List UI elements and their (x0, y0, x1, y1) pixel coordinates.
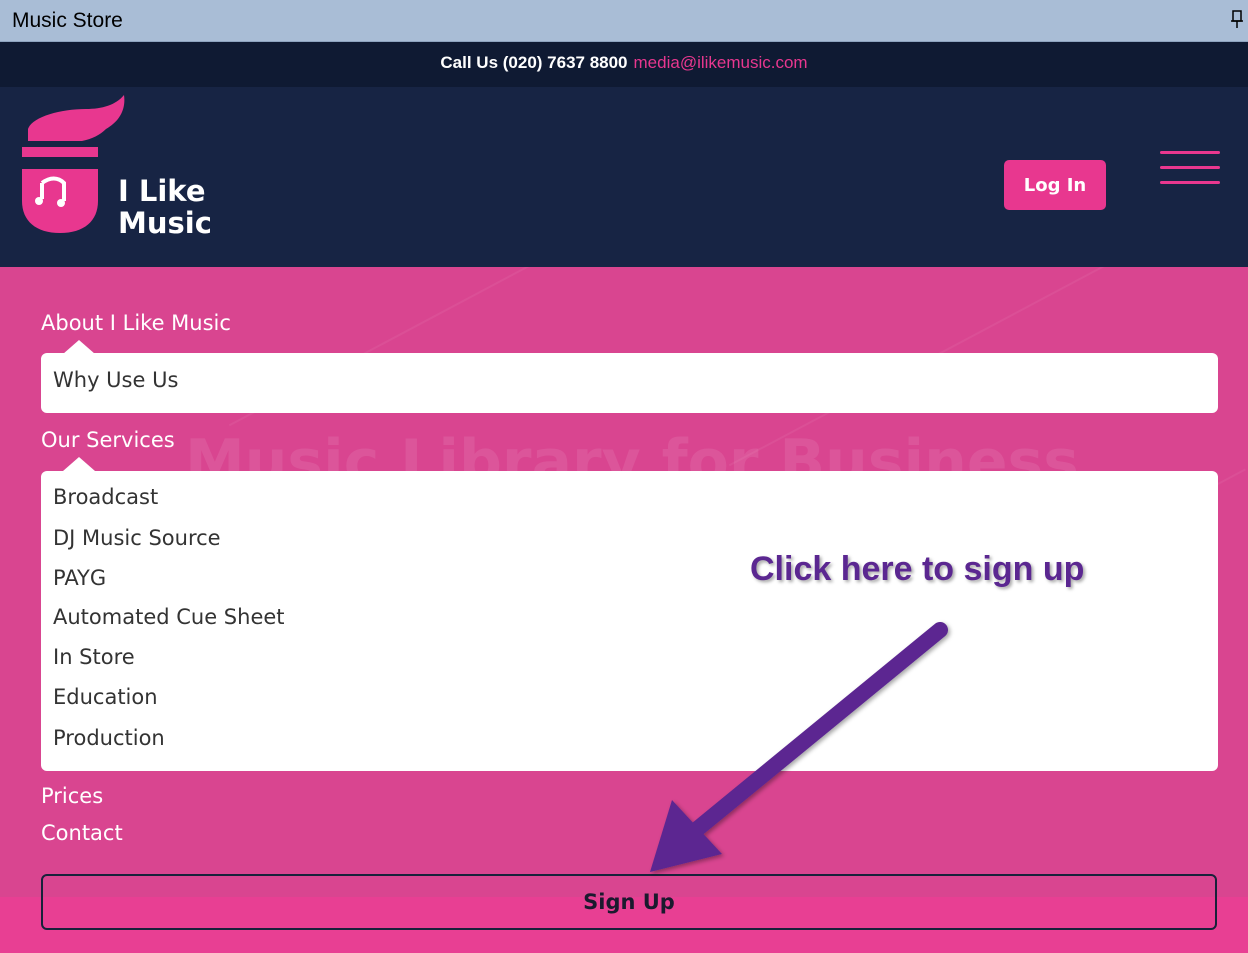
logo-line2: Music (118, 206, 212, 240)
menu-item-about[interactable]: About I Like Music (41, 311, 231, 335)
annotation-arrow-icon (650, 622, 948, 872)
annotation-callout: Click here to sign up (750, 550, 1085, 588)
submenu-item-payg[interactable]: PAYG (53, 566, 106, 590)
menu-item-prices[interactable]: Prices (41, 784, 103, 808)
email-link[interactable]: media@ilikemusic.com (634, 53, 808, 72)
contact-bar: Call Us (020) 7637 8800 media@ilikemusic.… (0, 42, 1248, 87)
hamburger-line (1160, 151, 1220, 154)
menu-item-our-services[interactable]: Our Services (41, 428, 175, 452)
submenu-item-broadcast[interactable]: Broadcast (53, 485, 158, 509)
window-title: Music Store (12, 9, 123, 32)
login-button[interactable]: Log In (1004, 160, 1106, 210)
logo-text: I Like Music (118, 175, 212, 239)
submenu-item-production[interactable]: Production (53, 726, 165, 750)
logo-line1: I Like (118, 174, 206, 208)
expanded-menu: Music Library for Business About I Like … (0, 267, 1248, 953)
submenu-item-automated-cue-sheet[interactable]: Automated Cue Sheet (53, 605, 285, 629)
hamburger-menu-icon[interactable] (1160, 151, 1220, 187)
hamburger-line (1160, 166, 1220, 169)
site-logo[interactable]: I Like Music (20, 95, 220, 240)
submenu-item-in-store[interactable]: In Store (53, 645, 135, 669)
menu-item-contact[interactable]: Contact (41, 821, 123, 845)
submenu-item-dj-music-source[interactable]: DJ Music Source (53, 526, 221, 550)
submenu-caret (63, 457, 95, 471)
window-titlebar: Music Store (0, 0, 1248, 42)
phone-text: Call Us (020) 7637 8800 (440, 53, 628, 72)
submenu-item-why-use-us[interactable]: Why Use Us (53, 368, 178, 392)
hamburger-line (1160, 181, 1220, 184)
submenu-item-education[interactable]: Education (53, 685, 158, 709)
submenu-caret (63, 340, 95, 354)
signup-button[interactable]: Sign Up (41, 874, 1217, 930)
about-submenu: Why Use Us (41, 353, 1218, 413)
pin-icon[interactable] (1230, 9, 1244, 29)
site-header: I Like Music Log In (0, 87, 1248, 267)
